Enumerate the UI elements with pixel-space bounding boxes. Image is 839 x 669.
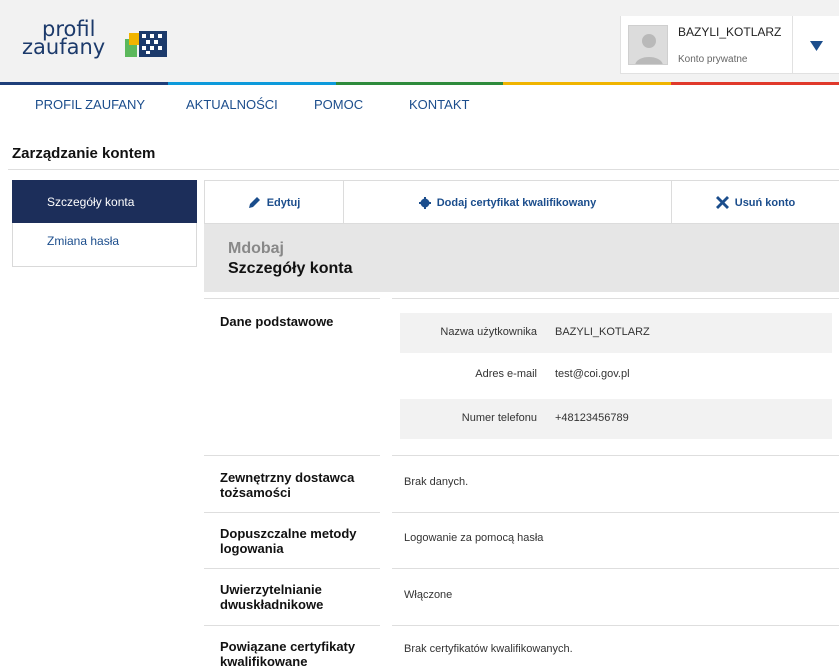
- edit-button[interactable]: Edytuj: [204, 181, 343, 224]
- section-label: Uwierzytelnianie dwuskładnikowe: [220, 582, 324, 612]
- close-icon: [715, 196, 729, 209]
- account-type: Konto prywatne: [678, 54, 748, 65]
- nav-pomoc[interactable]: POMOC: [314, 97, 363, 112]
- caret-down-icon: [810, 41, 823, 51]
- pencil-icon: [248, 196, 261, 209]
- divider: [392, 455, 839, 456]
- delete-account-button[interactable]: Usuń konto: [671, 181, 839, 224]
- field-phone: Numer telefonu +48123456789: [400, 399, 832, 439]
- section-two-factor: Uwierzytelnianie dwuskładnikowe Włączone: [204, 580, 839, 622]
- section-login-methods: Dopuszczalne metody logowania Logowanie …: [204, 524, 839, 566]
- user-icon: [635, 34, 663, 64]
- sidebar-item-account-details[interactable]: Szczegóły konta: [12, 180, 197, 223]
- field-value: BAZYLI_KOTLARZ: [555, 326, 650, 338]
- sidebar-item-change-password[interactable]: Zmiana hasła: [12, 223, 197, 267]
- card-title: Szczegóły konta: [228, 260, 353, 277]
- divider: [392, 625, 839, 626]
- card-header: Mdobaj Szczegóły konta: [204, 224, 839, 292]
- header: profil zaufany BAZYLI_KOTLARZ Konto pryw…: [0, 0, 839, 84]
- section-label: Dopuszczalne metody logowania: [220, 526, 357, 556]
- field-value: test@coi.gov.pl: [555, 368, 630, 380]
- main-nav: PROFIL ZAUFANY AKTUALNOŚCI POMOC KONTAKT: [0, 85, 839, 123]
- add-certificate-button[interactable]: Dodaj certyfikat kwalifikowany: [343, 181, 671, 224]
- divider: [8, 169, 839, 170]
- divider: [392, 512, 839, 513]
- field-username: Nazwa użytkownika BAZYLI_KOTLARZ: [400, 313, 832, 353]
- nav-profil-zaufany[interactable]: PROFIL ZAUFANY: [35, 97, 145, 112]
- section-label: Dane podstawowe: [220, 314, 334, 329]
- nav-kontakt[interactable]: KONTAKT: [409, 97, 469, 112]
- section-value: Włączone: [404, 589, 453, 601]
- section-value: Brak danych.: [404, 476, 469, 488]
- account-toolbar: Edytuj Dodaj certyfikat kwalifikowany Us…: [204, 180, 839, 224]
- section-label: Powiązane certyfikaty kwalifikowane: [220, 639, 356, 669]
- divider: [204, 298, 380, 299]
- logo-mark-icon: [125, 31, 167, 57]
- gear-icon: [418, 196, 431, 209]
- divider: [204, 625, 380, 626]
- divider: [204, 512, 380, 513]
- divider: [392, 298, 839, 299]
- field-value: +48123456789: [555, 412, 629, 424]
- logo-line2: zaufany: [22, 35, 106, 59]
- edit-button-label: Edytuj: [266, 196, 301, 209]
- user-menu-toggle[interactable]: [793, 16, 839, 74]
- user-menu[interactable]: BAZYLI_KOTLARZ Konto prywatne: [620, 16, 839, 74]
- user-name: BAZYLI_KOTLARZ: [678, 25, 782, 39]
- divider: [204, 455, 380, 456]
- field-key: Numer telefonu: [461, 412, 537, 424]
- section-value: Logowanie za pomocą hasła: [404, 532, 544, 544]
- delete-account-label: Usuń konto: [734, 196, 796, 209]
- nav-aktualnosci[interactable]: AKTUALNOŚCI: [186, 97, 278, 112]
- sidebar: Szczegóły konta Zmiana hasła: [12, 180, 197, 267]
- profil-zaufany-logo[interactable]: profil zaufany: [22, 19, 172, 68]
- divider: [392, 568, 839, 569]
- field-key: Adres e-mail: [475, 368, 537, 380]
- section-label: Zewnętrzny dostawca tożsamości: [220, 470, 355, 500]
- divider: [204, 568, 380, 569]
- card-subtitle: Mdobaj: [228, 240, 284, 257]
- add-certificate-label: Dodaj certyfikat kwalifikowany: [436, 196, 597, 209]
- field-key: Nazwa użytkownika: [440, 326, 537, 338]
- section-value: Brak certyfikatów kwalifikowanych.: [404, 643, 573, 655]
- avatar: [628, 25, 668, 65]
- section-certificates: Powiązane certyfikaty kwalifikowane Brak…: [204, 637, 839, 669]
- page-title: Zarządzanie kontem: [12, 145, 156, 162]
- field-email: Adres e-mail test@coi.gov.pl: [400, 355, 832, 395]
- section-identity-provider: Zewnętrzny dostawca tożsamości Brak dany…: [204, 468, 839, 510]
